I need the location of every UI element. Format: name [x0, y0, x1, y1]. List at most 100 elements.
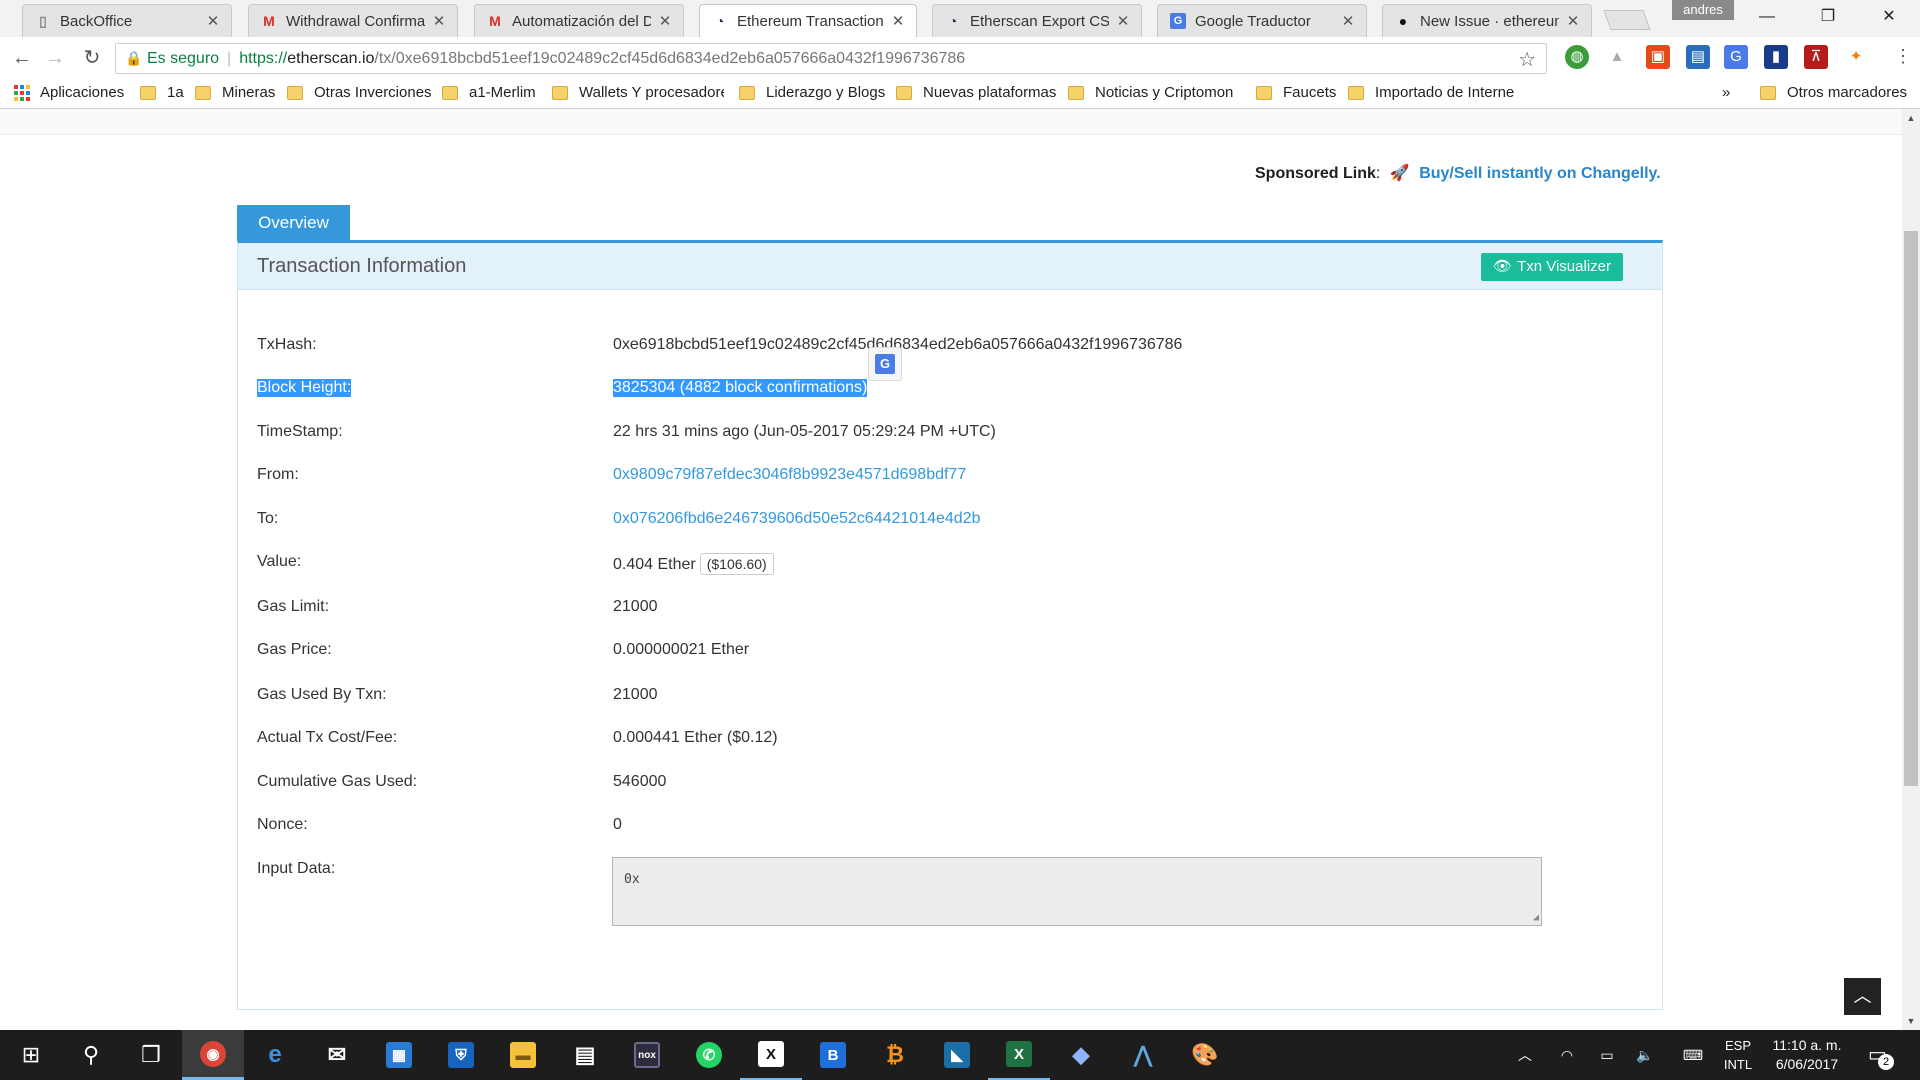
- tab-etherscan-export[interactable]: ◔ Etherscan Export CSV D ✕: [932, 4, 1142, 37]
- bookmark-otras-inverciones[interactable]: Otras Inverciones: [287, 84, 432, 101]
- to-address-link[interactable]: 0x076206fbd6e246739606d50e52c64421014e4d…: [613, 510, 980, 528]
- folder-icon: [1760, 85, 1776, 100]
- file-explorer-taskbar-icon[interactable]: ▬: [492, 1030, 554, 1080]
- calculator-taskbar-icon[interactable]: ▤: [554, 1030, 616, 1080]
- keyboard-icon[interactable]: ⌨: [1676, 1030, 1710, 1080]
- tab-automatizacion[interactable]: M Automatización del De ✕: [474, 4, 684, 37]
- row-gas-limit: Gas Limit: 21000: [257, 598, 1637, 622]
- bookmark-otros-marcadores[interactable]: Otros marcadores: [1760, 84, 1907, 101]
- bookmark-nuevas-plataformas[interactable]: Nuevas plataformas: [896, 84, 1056, 101]
- bookmark-label: Nuevas plataformas: [923, 84, 1057, 101]
- close-icon[interactable]: ✕: [205, 12, 221, 30]
- menu-kebab-icon[interactable]: ⋮: [1894, 46, 1912, 67]
- profile-button[interactable]: andres: [1672, 0, 1734, 20]
- bookmark-apps[interactable]: Aplicaciones: [14, 84, 124, 101]
- bookmarks-overflow-chevron[interactable]: »: [1722, 84, 1730, 101]
- bookmark-mineras[interactable]: Mineras: [195, 84, 275, 101]
- tab-withdrawal-confirmation[interactable]: M Withdrawal Confirmati ✕: [248, 4, 458, 37]
- search-icon[interactable]: ⚲: [60, 1030, 122, 1080]
- scroll-up-arrow-icon[interactable]: ▲: [1902, 113, 1920, 123]
- ethereum-wallet-taskbar-icon[interactable]: ◆: [1050, 1030, 1112, 1080]
- b-app-taskbar-icon[interactable]: B: [802, 1030, 864, 1080]
- bookmark-1a[interactable]: 1a: [140, 84, 184, 101]
- row-cumulative-gas: Cumulative Gas Used: 546000: [257, 773, 1637, 797]
- close-icon[interactable]: ✕: [890, 12, 906, 30]
- minimize-icon[interactable]: —: [1742, 4, 1792, 30]
- close-icon[interactable]: ✕: [1340, 12, 1356, 30]
- clock-date: 6/06/2017: [1775, 1056, 1839, 1072]
- volume-icon[interactable]: 🔈: [1630, 1030, 1660, 1080]
- contacts-taskbar-icon[interactable]: ▦: [368, 1030, 430, 1080]
- bookmark-wallets[interactable]: Wallets Y procesadore: [552, 84, 724, 101]
- b-app-icon: B: [820, 1042, 846, 1068]
- defender-taskbar-icon[interactable]: ⛨: [430, 1030, 492, 1080]
- notes-extension-icon[interactable]: ▤: [1686, 45, 1710, 69]
- task-view-icon[interactable]: ❒: [120, 1030, 182, 1080]
- close-window-icon[interactable]: ✕: [1864, 4, 1914, 30]
- drive-extension-icon[interactable]: ▲: [1605, 45, 1629, 69]
- globe-extension-icon[interactable]: ◍: [1565, 45, 1589, 69]
- page-scrollbar[interactable]: ▲ ▼: [1902, 109, 1920, 1030]
- bookmark-liderazgo[interactable]: Liderazgo y Blogs: [739, 84, 885, 101]
- wifi-icon[interactable]: ◠: [1552, 1030, 1582, 1080]
- close-icon[interactable]: ✕: [1565, 12, 1581, 30]
- pdf-extension-icon[interactable]: ⊼: [1804, 45, 1828, 69]
- tab-overview[interactable]: Overview: [237, 205, 350, 240]
- address-bar[interactable]: 🔒 Es seguro | https:// etherscan.io /tx/…: [115, 43, 1547, 74]
- bitcoin-icon: ₿: [886, 1042, 904, 1067]
- new-tab-button[interactable]: [1603, 10, 1651, 30]
- whatsapp-taskbar-icon[interactable]: ✆: [678, 1030, 740, 1080]
- resize-grip-icon[interactable]: ◢: [1533, 912, 1539, 923]
- restore-icon[interactable]: ❐: [1803, 4, 1853, 30]
- changelly-link[interactable]: Buy/Sell instantly on Changelly.: [1419, 165, 1661, 182]
- close-icon[interactable]: ✕: [431, 12, 447, 30]
- tray-overflow-chevron-icon[interactable]: ︿: [1510, 1030, 1540, 1080]
- gmail-icon: M: [263, 13, 275, 29]
- close-icon[interactable]: ✕: [657, 12, 673, 30]
- back-to-top-button[interactable]: ︿: [1844, 978, 1881, 1015]
- bookmark-star-icon[interactable]: ☆: [1518, 47, 1536, 72]
- input-data-textarea[interactable]: 0x ◢: [612, 857, 1542, 926]
- back-arrow-icon[interactable]: ←: [9, 45, 35, 71]
- row-gas-price: Gas Price: 0.000000021 Ether: [257, 641, 1637, 665]
- close-icon[interactable]: ✕: [1115, 12, 1131, 30]
- tab-ethereum-transaction[interactable]: ◔ Ethereum Transaction ✕: [699, 4, 917, 37]
- folder-icon: [1256, 85, 1272, 100]
- chrome-taskbar-icon[interactable]: ◉: [182, 1030, 244, 1080]
- bookmark-faucets[interactable]: Faucets: [1256, 84, 1336, 101]
- translate-extension-icon[interactable]: G: [1724, 45, 1748, 69]
- app-taskbar-icon[interactable]: ◣: [926, 1030, 988, 1080]
- txn-visualizer-button[interactable]: 👁 Txn Visualizer: [1481, 253, 1623, 281]
- edge-taskbar-icon[interactable]: e: [244, 1030, 306, 1080]
- page-icon: ▯: [39, 12, 47, 29]
- nox-taskbar-icon[interactable]: nox: [616, 1030, 678, 1080]
- reload-icon[interactable]: ↻: [79, 45, 105, 71]
- paint-taskbar-icon[interactable]: 🎨: [1174, 1030, 1236, 1080]
- translate-popup-button[interactable]: G: [868, 347, 902, 381]
- forward-arrow-icon[interactable]: →: [42, 45, 68, 71]
- xcode-taskbar-icon[interactable]: X: [740, 1030, 802, 1080]
- windows-start-icon[interactable]: ⊞: [0, 1030, 62, 1080]
- from-address-link[interactable]: 0x9809c79f87efdec3046f8b9923e4571d698bdf…: [613, 466, 966, 484]
- input-language[interactable]: ESP INTL: [1718, 1036, 1758, 1074]
- bookmark-noticias[interactable]: Noticias y Criptomon: [1068, 84, 1233, 101]
- bookmark-label: a1-Merlim: [469, 84, 536, 101]
- battery-icon[interactable]: ▭: [1592, 1030, 1622, 1080]
- tab-google-traductor[interactable]: G Google Traductor ✕: [1157, 4, 1367, 37]
- scroll-down-arrow-icon[interactable]: ▼: [1902, 1016, 1920, 1026]
- office-extension-icon[interactable]: ▣: [1646, 45, 1670, 69]
- bookmark-importado[interactable]: Importado de Interne: [1348, 84, 1514, 101]
- bookmark-extension-icon[interactable]: ▮: [1764, 45, 1788, 69]
- scroll-thumb[interactable]: [1904, 231, 1918, 786]
- bookmark-a1-merlim[interactable]: a1-Merlim: [442, 84, 536, 101]
- tab-new-issue[interactable]: ● New Issue · ethereum/ ✕: [1382, 4, 1592, 37]
- bitcoin-taskbar-icon[interactable]: ₿: [864, 1030, 926, 1080]
- excel-taskbar-icon[interactable]: X: [988, 1030, 1050, 1080]
- block-height-value[interactable]: 3825304 (4882 block confirmations): [613, 379, 868, 397]
- mountain-taskbar-icon[interactable]: ⋀: [1112, 1030, 1174, 1080]
- metamask-extension-icon[interactable]: ✦: [1844, 45, 1868, 69]
- bookmark-label: Otros marcadores: [1787, 84, 1908, 101]
- mail-taskbar-icon[interactable]: ✉: [306, 1030, 368, 1080]
- tab-backoffice[interactable]: ▯ BackOffice ✕: [22, 4, 232, 37]
- system-clock[interactable]: 11:10 a. m. 6/06/2017: [1762, 1036, 1852, 1074]
